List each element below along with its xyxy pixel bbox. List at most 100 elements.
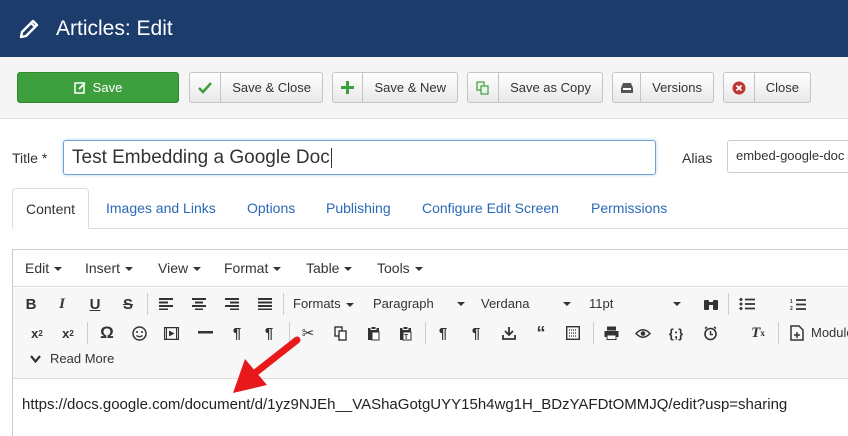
menu-table[interactable]: Table — [306, 260, 353, 276]
blocks-icon[interactable]: ¶ — [464, 321, 488, 345]
save-close-button[interactable]: Save & Close — [189, 72, 323, 103]
insert-icon[interactable] — [497, 321, 521, 345]
font-size-select[interactable]: 11pt — [589, 296, 681, 311]
alarm-clock-icon[interactable] — [698, 321, 722, 345]
align-right-icon[interactable] — [220, 292, 244, 316]
tab-permissions[interactable]: Permissions — [591, 188, 667, 229]
menu-edit[interactable]: Edit — [25, 260, 63, 276]
toolbar-separator — [778, 322, 779, 344]
menu-edit-label: Edit — [25, 260, 50, 276]
action-toolbar: Save Save & Close Save & New Save as Cop… — [0, 57, 848, 119]
chevron-down-icon[interactable] — [759, 292, 783, 316]
subscript-icon[interactable]: x2 — [25, 321, 49, 345]
numbered-list-icon[interactable]: 12 — [786, 292, 810, 316]
align-left-icon[interactable] — [154, 292, 178, 316]
save-new-label: Save & New — [374, 80, 446, 95]
read-more-button[interactable]: Read More — [50, 351, 114, 366]
blockquote-icon[interactable]: “ — [529, 321, 553, 345]
tab-configure-edit-screen[interactable]: Configure Edit Screen — [422, 188, 559, 229]
editor-content-text: https://docs.google.com/document/d/1yz9N… — [22, 396, 788, 413]
menu-view[interactable]: View — [158, 260, 202, 276]
menu-insert-label: Insert — [85, 260, 121, 276]
chevron-down-icon — [673, 302, 681, 306]
bullet-list-icon[interactable] — [735, 292, 759, 316]
preview-icon[interactable] — [631, 321, 655, 345]
versions-label: Versions — [652, 80, 702, 95]
align-justify-icon[interactable] — [253, 292, 277, 316]
menu-insert[interactable]: Insert — [85, 260, 134, 276]
svg-text:1: 1 — [790, 299, 793, 305]
paragraph-icon[interactable]: ¶ — [431, 321, 455, 345]
chevron-down-icon[interactable] — [721, 321, 745, 345]
paste-icon[interactable] — [361, 321, 385, 345]
archive-icon — [613, 73, 642, 102]
chevron-down-icon — [563, 302, 571, 306]
copy-icon[interactable] — [329, 321, 353, 345]
menu-format[interactable]: Format — [224, 260, 282, 276]
text-cursor — [330, 147, 332, 168]
emoticons-icon[interactable] — [127, 321, 151, 345]
save-label: Save — [92, 80, 123, 95]
code-sample-icon[interactable] — [561, 321, 585, 345]
tab-publishing[interactable]: Publishing — [326, 188, 391, 229]
edit-icon — [73, 73, 87, 102]
font-family-value: Verdana — [481, 296, 530, 311]
bold-icon[interactable]: B — [19, 292, 43, 316]
paste-text-icon[interactable]: T — [393, 321, 417, 345]
tab-content[interactable]: Content — [12, 188, 90, 229]
italic-icon[interactable]: I — [50, 292, 74, 316]
alias-input[interactable]: embed-google-doc — [727, 140, 848, 173]
alias-label: Alias — [682, 150, 713, 166]
versions-button[interactable]: Versions — [612, 72, 714, 103]
font-family-select[interactable]: Verdana — [481, 296, 571, 311]
module-button[interactable]: Module — [811, 325, 848, 340]
editor-menubar: Edit Insert View Format Table Tools — [13, 250, 848, 287]
horizontal-rule-icon[interactable] — [193, 321, 217, 345]
chevron-down-icon — [193, 267, 202, 272]
tab-options[interactable]: Options — [247, 188, 295, 229]
editor-content-area[interactable]: https://docs.google.com/document/d/1yz9N… — [13, 378, 848, 436]
media-icon[interactable] — [159, 321, 183, 345]
editor-toolbar: B I U S Formats Paragraph Verdana 11pt 1… — [13, 288, 848, 378]
menu-view-label: View — [158, 260, 189, 276]
toolbar-separator — [87, 322, 88, 344]
formats-dropdown[interactable]: Formats — [293, 296, 354, 311]
tab-images-links[interactable]: Images and Links — [106, 188, 216, 229]
code-icon[interactable]: {;} — [664, 321, 688, 345]
plus-icon — [333, 73, 364, 102]
title-input[interactable]: Test Embedding a Google Doc — [63, 140, 656, 175]
menu-format-label: Format — [224, 260, 269, 276]
find-icon[interactable] — [699, 292, 723, 316]
copy-icon — [468, 73, 500, 102]
align-center-icon[interactable] — [187, 292, 211, 316]
toolbar-separator — [593, 322, 594, 344]
title-value: Test Embedding a Google Doc — [72, 146, 330, 168]
chevron-down-icon — [345, 302, 354, 307]
save-close-label: Save & Close — [232, 80, 311, 95]
close-button[interactable]: Close — [723, 72, 811, 103]
save-button[interactable]: Save — [17, 72, 179, 103]
underline-icon[interactable]: U — [83, 292, 107, 316]
close-label: Close — [765, 80, 799, 95]
toolbar-separator — [728, 293, 729, 315]
module-icon[interactable] — [785, 321, 809, 345]
menu-tools[interactable]: Tools — [377, 260, 423, 276]
svg-text:T: T — [404, 334, 409, 341]
block-format-select[interactable]: Paragraph — [373, 296, 465, 311]
chevron-down-icon[interactable] — [813, 292, 837, 316]
rich-text-editor: Edit Insert View Format Table Tools B I … — [12, 249, 848, 436]
clear-formatting-icon[interactable]: Tx — [746, 321, 770, 345]
toolbar-separator — [147, 293, 148, 315]
print-icon[interactable] — [599, 321, 623, 345]
cancel-icon — [724, 73, 755, 102]
annotation-arrow — [233, 336, 301, 393]
check-icon — [190, 73, 222, 102]
pencil-icon — [16, 16, 42, 42]
strikethrough-icon[interactable]: S — [116, 292, 140, 316]
save-copy-button[interactable]: Save as Copy — [467, 72, 603, 103]
special-char-icon[interactable]: Ω — [95, 321, 119, 345]
svg-text:2: 2 — [790, 306, 793, 311]
save-copy-label: Save as Copy — [510, 80, 591, 95]
superscript-icon[interactable]: x2 — [56, 321, 80, 345]
save-new-button[interactable]: Save & New — [332, 72, 458, 103]
